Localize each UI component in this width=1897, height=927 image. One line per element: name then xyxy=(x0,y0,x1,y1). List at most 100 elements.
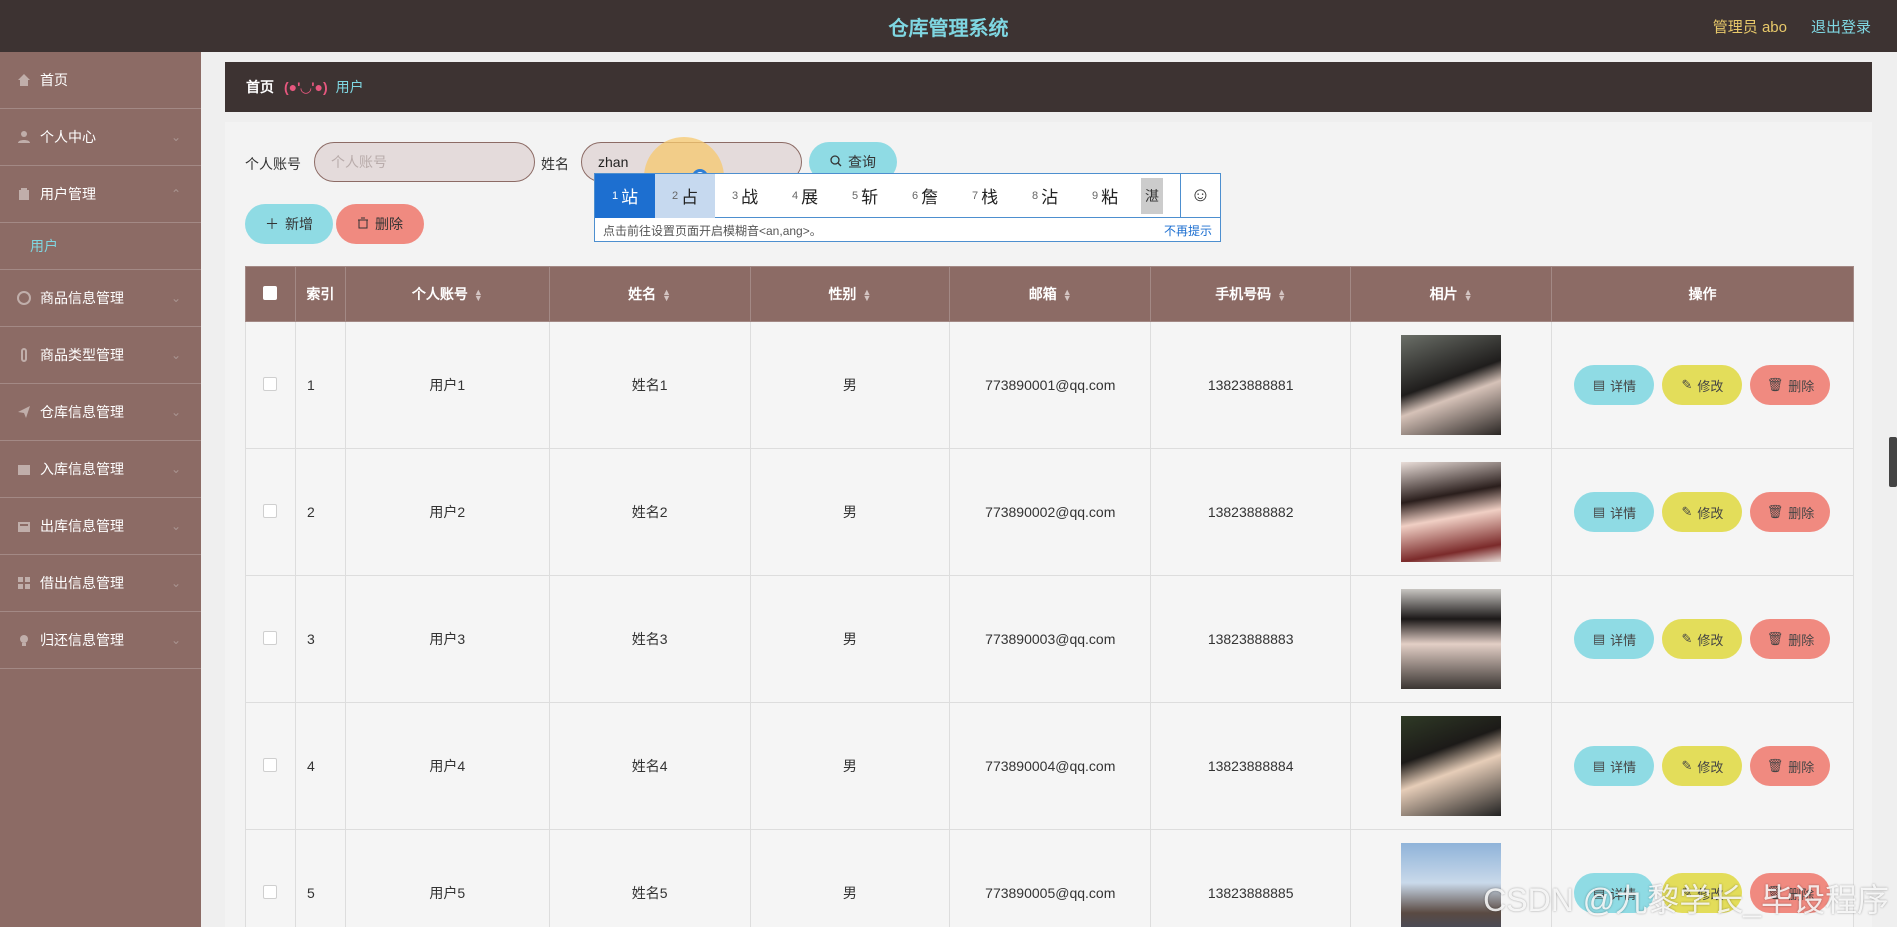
row-checkbox[interactable] xyxy=(245,448,296,576)
ime-candidate[interactable]: 3战 xyxy=(715,174,775,218)
row-checkbox[interactable] xyxy=(245,321,296,449)
ime-candidate[interactable]: 5斩 xyxy=(835,174,895,218)
breadcrumb-current: 用户 xyxy=(335,79,364,95)
sidebar-item-outbound[interactable]: 出库信息管理 ⌄ xyxy=(0,498,201,555)
table-row: 3 用户3 姓名3 男 773890003@qq.com 13823888883… xyxy=(245,575,1855,703)
sort-icon: ▲ ▼ xyxy=(1062,287,1072,304)
cell-phone: 13823888885 xyxy=(1150,829,1352,927)
avatar[interactable] xyxy=(1401,716,1502,816)
ime-candidate[interactable]: 1站 xyxy=(595,173,655,218)
breadcrumb-home[interactable]: 首页 xyxy=(246,77,274,97)
ime-candidate[interactable]: 8沾 xyxy=(1015,174,1075,218)
sidebar-item-label: 首页 xyxy=(40,72,68,88)
trash-icon: 🗑 xyxy=(1766,504,1784,519)
cell-name: 姓名4 xyxy=(548,702,751,830)
select-all-checkbox[interactable] xyxy=(245,266,296,322)
ime-no-show-link[interactable]: 不再提示 xyxy=(1164,222,1212,239)
cell-account: 用户4 xyxy=(344,702,550,830)
cell-index: 5 xyxy=(294,829,346,927)
edit-button[interactable]: ✎ 修改 xyxy=(1662,746,1743,786)
row-checkbox[interactable] xyxy=(245,575,296,703)
pencil-icon: ✎ xyxy=(1681,504,1693,519)
sidebar-item-personal[interactable]: 个人中心 ⌄ xyxy=(0,109,201,166)
add-label: 新增 xyxy=(285,216,313,232)
watermark: CSDN @九黎学长_毕设程序 xyxy=(1483,882,1889,918)
table-row: 2 用户2 姓名2 男 773890002@qq.com 13823888882… xyxy=(245,448,1855,576)
add-button[interactable]: ＋ 新增 xyxy=(245,204,333,244)
sidebar-item-lend[interactable]: 借出信息管理 ⌄ xyxy=(0,555,201,612)
sidebar-item-return[interactable]: 归还信息管理 ⌄ xyxy=(0,612,201,669)
column-header: 索引 xyxy=(294,266,346,322)
ime-candidate[interactable]: 2占 xyxy=(655,173,715,218)
cell-gender: 男 xyxy=(749,575,951,703)
avatar[interactable] xyxy=(1401,462,1502,562)
avatar[interactable] xyxy=(1401,335,1502,435)
cell-gender: 男 xyxy=(749,321,951,449)
ime-next-page-button[interactable]: 湛 xyxy=(1141,177,1163,214)
detail-button[interactable]: ▤ 详情 xyxy=(1574,365,1655,405)
column-header[interactable]: 个人账号 ▲ ▼ xyxy=(344,266,550,322)
column-header[interactable]: 相片 ▲ ▼ xyxy=(1350,266,1552,322)
breadcrumb: 首页 (●'◡'●) 用户 xyxy=(225,62,1872,112)
trash-icon: 🗑 xyxy=(1766,631,1784,646)
sidebar-item-goods-type[interactable]: 商品类型管理 ⌄ xyxy=(0,327,201,384)
sidebar-item-goods[interactable]: 商品信息管理 ⌄ xyxy=(0,270,201,327)
scrollbar[interactable] xyxy=(1889,437,1897,487)
logout-link[interactable]: 退出登录 xyxy=(1811,16,1871,37)
chevron-down-icon: ⌄ xyxy=(170,633,181,647)
column-header[interactable]: 邮箱 ▲ ▼ xyxy=(949,266,1152,322)
top-bar-right: 管理员 abo 退出登录 xyxy=(1713,0,1871,52)
edit-button[interactable]: ✎ 修改 xyxy=(1662,365,1743,405)
cell-photo xyxy=(1350,702,1552,830)
sidebar-item-warehouse[interactable]: 仓库信息管理 ⌄ xyxy=(0,384,201,441)
cell-phone: 13823888883 xyxy=(1150,575,1352,703)
cell-index: 4 xyxy=(294,702,346,830)
cell-phone: 13823888882 xyxy=(1150,448,1352,576)
ime-candidate[interactable]: 9粘 xyxy=(1075,174,1135,218)
sidebar-item-inbound[interactable]: 入库信息管理 ⌄ xyxy=(0,441,201,498)
cell-account: 用户2 xyxy=(344,448,550,576)
delete-button[interactable]: 🗑 删除 xyxy=(1750,365,1831,405)
cell-email: 773890005@qq.com xyxy=(949,829,1152,927)
delete-button[interactable]: 🗑 删除 xyxy=(1750,492,1831,532)
column-header[interactable]: 手机号码 ▲ ▼ xyxy=(1150,266,1352,322)
query-label: 查询 xyxy=(848,154,876,170)
sidebar-item-label: 入库信息管理 xyxy=(40,461,124,477)
row-checkbox[interactable] xyxy=(245,829,296,927)
edit-button[interactable]: ✎ 修改 xyxy=(1662,619,1743,659)
ime-candidate[interactable]: 7栈 xyxy=(955,174,1015,218)
ime-candidate-list: 1站 2占 3战 4展 5斩 6詹 7栈 8沾 9粘 湛 ☺ xyxy=(595,173,1220,218)
account-input[interactable]: 个人账号 xyxy=(314,142,535,182)
chevron-down-icon: ⌄ xyxy=(170,519,181,533)
user-icon xyxy=(16,129,32,145)
detail-button[interactable]: ▤ 详情 xyxy=(1574,492,1655,532)
delete-button[interactable]: 🗑 删除 xyxy=(1750,746,1831,786)
avatar[interactable] xyxy=(1401,589,1502,689)
cell-ops: ▤ 详情 ✎ 修改 🗑 删除 xyxy=(1550,575,1855,703)
table-header: 索引 个人账号 ▲ ▼ 姓名 ▲ ▼ 性别 ▲ ▼ 邮箱 ▲ ▼ 手机号码 ▲ ▼ 相片 ▲ ▼ 操作 xyxy=(245,266,1855,322)
sidebar-item-label: 商品信息管理 xyxy=(40,290,124,306)
detail-button[interactable]: ▤ 详情 xyxy=(1574,746,1655,786)
cell-ops: ▤ 详情 ✎ 修改 🗑 删除 xyxy=(1550,702,1855,830)
detail-button[interactable]: ▤ 详情 xyxy=(1574,619,1655,659)
row-checkbox[interactable] xyxy=(245,702,296,830)
ime-candidate[interactable]: 4展 xyxy=(775,174,835,218)
sidebar-item-home[interactable]: 首页 xyxy=(0,52,201,109)
cell-photo xyxy=(1350,575,1552,703)
sidebar-item-users[interactable]: 用户管理 ⌃ xyxy=(0,166,201,223)
edit-button[interactable]: ✎ 修改 xyxy=(1662,492,1743,532)
document-icon: ▤ xyxy=(1592,377,1606,392)
cell-email: 773890004@qq.com xyxy=(949,702,1152,830)
column-header[interactable]: 性别 ▲ ▼ xyxy=(749,266,951,322)
batch-delete-button[interactable]: 删除 xyxy=(336,204,424,244)
column-header[interactable]: 姓名 ▲ ▼ xyxy=(548,266,751,322)
cell-photo xyxy=(1350,448,1552,576)
cell-ops: ▤ 详情 ✎ 修改 🗑 删除 xyxy=(1550,321,1855,449)
delete-button[interactable]: 🗑 删除 xyxy=(1750,619,1831,659)
box-icon xyxy=(16,461,32,477)
ime-candidate[interactable]: 6詹 xyxy=(895,174,955,218)
chevron-down-icon: ⌄ xyxy=(170,405,181,419)
smiley-icon[interactable]: ☺ xyxy=(1180,173,1220,218)
sidebar-subitem-user[interactable]: 用户 xyxy=(0,223,201,270)
cell-account: 用户1 xyxy=(344,321,550,449)
